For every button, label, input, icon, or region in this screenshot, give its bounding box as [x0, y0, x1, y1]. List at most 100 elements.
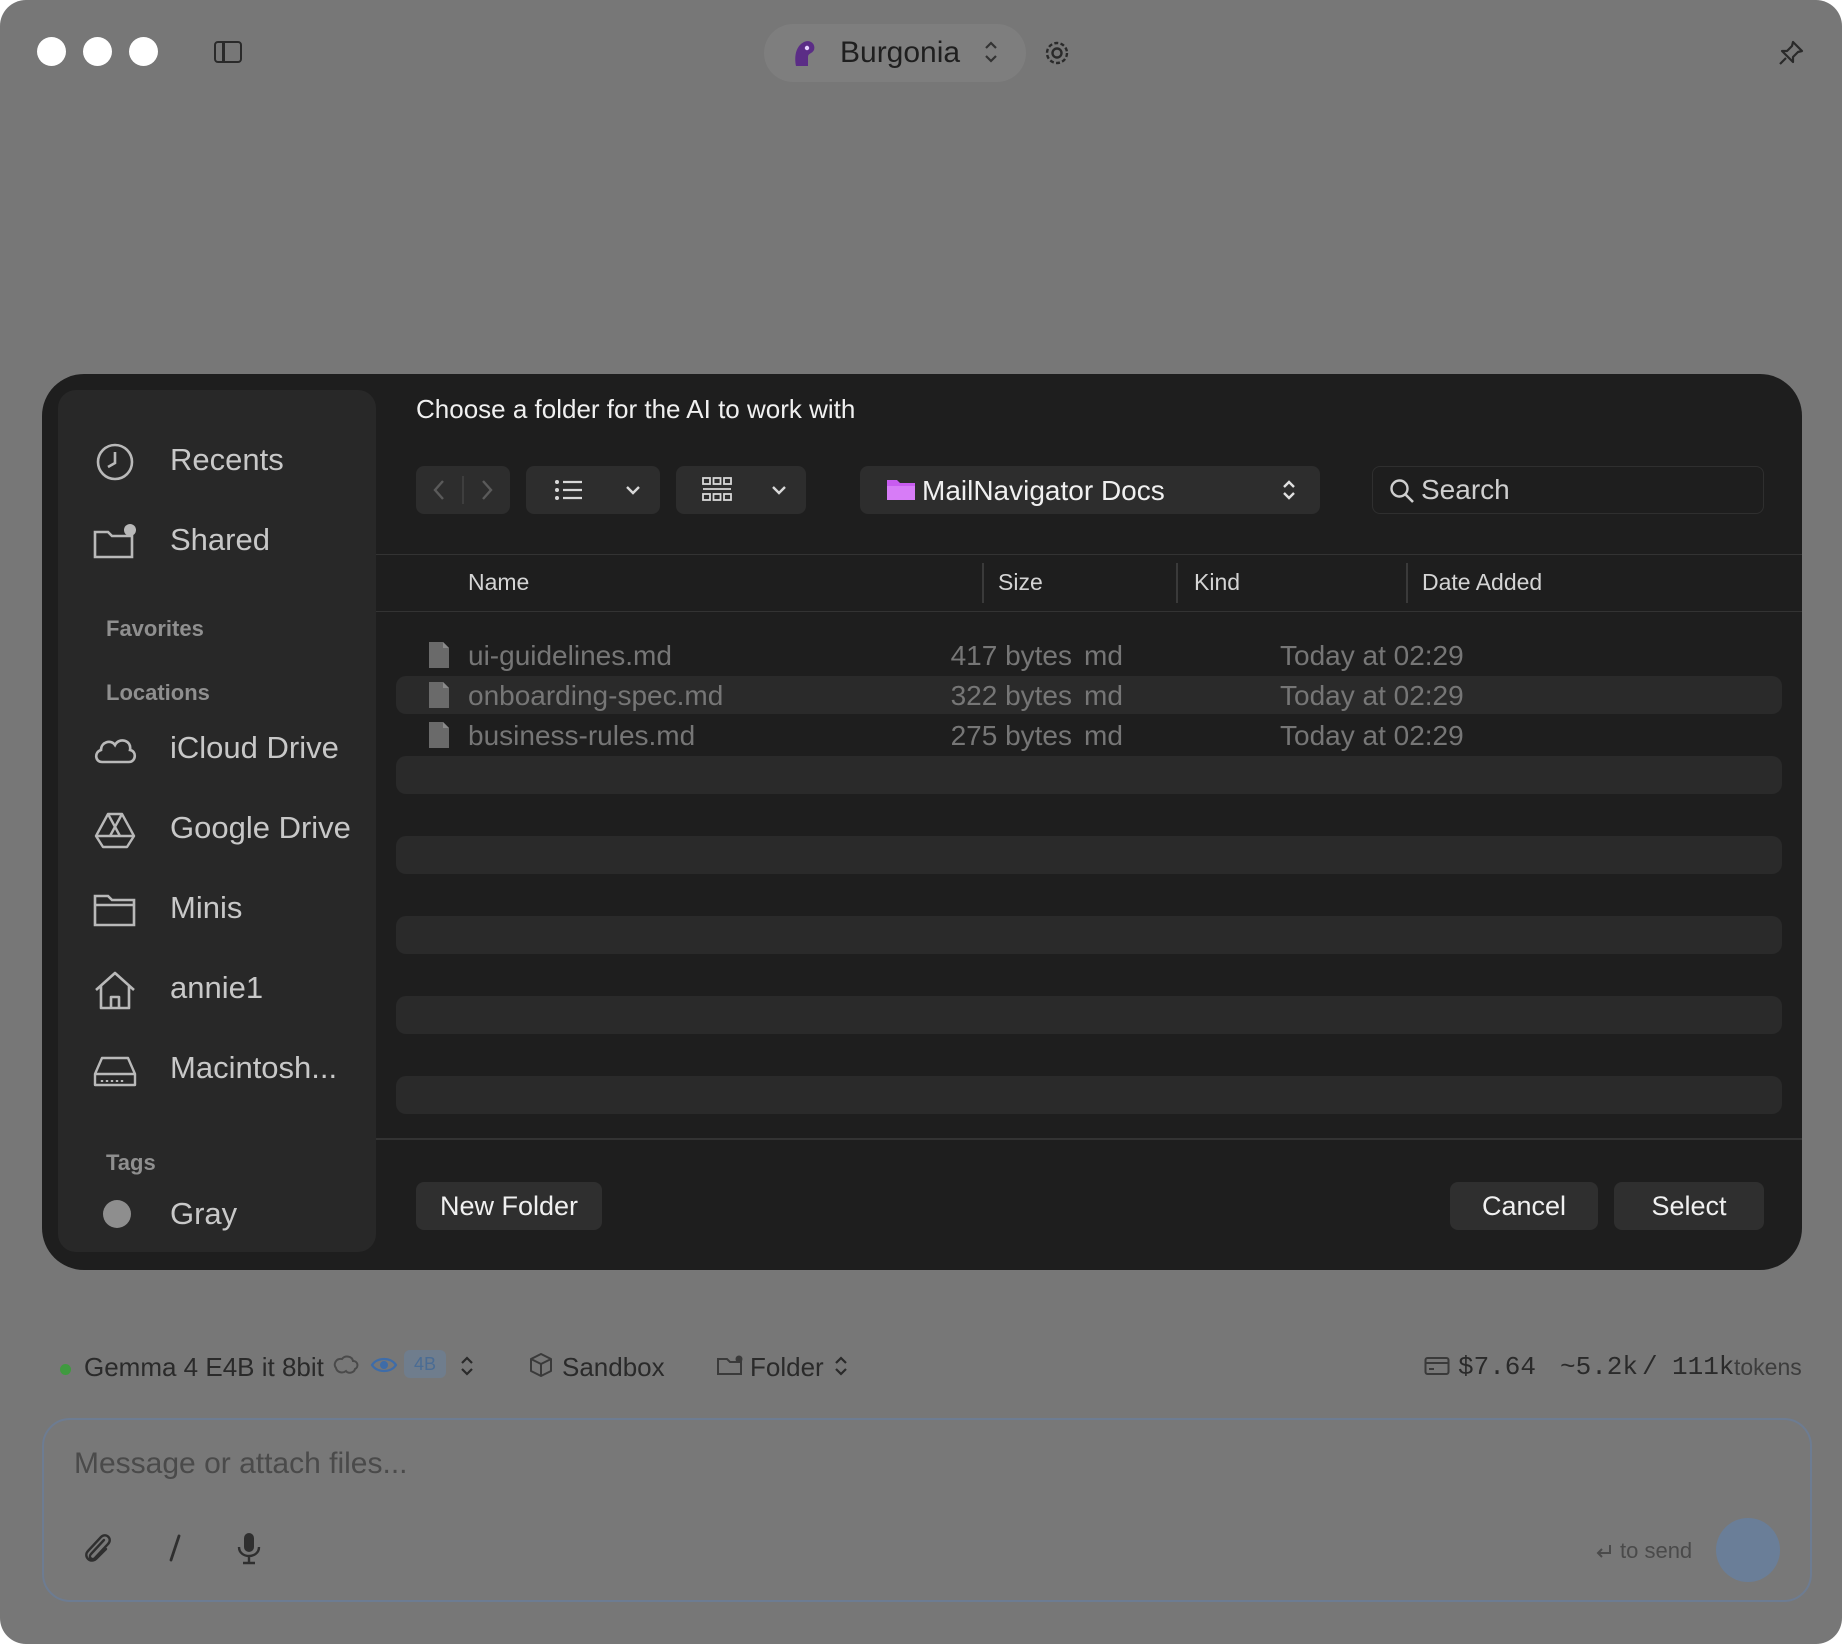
sidebar-item-tag-gray[interactable]: Gray — [58, 1184, 376, 1244]
file-date-added: Today at 02:29 — [1280, 720, 1464, 751]
empty-row — [396, 1076, 1782, 1114]
sidebar-item-label: Google Drive — [170, 810, 351, 845]
sidebar-toggle-icon[interactable] — [214, 41, 242, 63]
file-kind: md — [1084, 640, 1123, 671]
microphone-icon[interactable] — [232, 1530, 266, 1566]
search-input[interactable] — [1421, 473, 1751, 507]
column-separator[interactable] — [982, 563, 984, 603]
folder-badge-icon — [717, 1355, 743, 1375]
chevron-down-icon — [626, 486, 640, 495]
cost-label: $7.64 — [1458, 1352, 1537, 1382]
table-row[interactable]: ui-guidelines.md 417 bytes md Today at 0… — [396, 636, 1782, 674]
paperclip-icon[interactable] — [80, 1530, 114, 1566]
sidebar-item-label: annie1 — [170, 970, 264, 1005]
select-button[interactable]: Select — [1614, 1182, 1764, 1230]
home-icon — [95, 971, 135, 1010]
file-name: onboarding-spec.md — [468, 680, 724, 711]
forward-button[interactable] — [480, 478, 494, 502]
tag-color-dot — [103, 1200, 131, 1228]
close-window-button[interactable] — [37, 37, 66, 66]
file-list: Name Size Kind Date Added ui-guidelines.… — [376, 554, 1802, 1134]
tokens-total: 111k — [1672, 1352, 1735, 1382]
column-header-name[interactable]: Name — [468, 569, 529, 596]
model-selector[interactable]: Gemma 4 E4B it 8bit — [84, 1352, 324, 1383]
table-row[interactable]: onboarding-spec.md 322 bytes md Today at… — [396, 676, 1782, 714]
sandbox-toggle[interactable]: Sandbox — [562, 1352, 665, 1383]
chevron-up-down-icon[interactable] — [832, 1352, 850, 1380]
chevron-up-down-icon — [985, 41, 997, 63]
google-drive-icon — [94, 812, 136, 849]
file-size: 417 bytes — [950, 640, 1072, 671]
column-header-size[interactable]: Size — [998, 569, 1043, 596]
app-switcher[interactable]: Burgonia — [764, 24, 1026, 82]
zoom-window-button[interactable] — [129, 37, 158, 66]
file-date-added: Today at 02:29 — [1280, 680, 1464, 711]
sidebar-item-recents[interactable]: Recents — [58, 430, 376, 490]
reasoning-icon — [333, 1355, 359, 1374]
cube-icon — [530, 1353, 552, 1377]
empty-row — [396, 756, 1782, 794]
file-size: 275 bytes — [950, 720, 1072, 751]
sidebar-item-google-drive[interactable]: Google Drive — [58, 798, 376, 858]
tokens-separator: / — [1642, 1352, 1658, 1382]
column-separator[interactable] — [1406, 563, 1408, 603]
column-header-date-added[interactable]: Date Added — [1422, 569, 1542, 596]
chevron-down-icon — [772, 486, 786, 495]
file-name: ui-guidelines.md — [468, 640, 672, 671]
credit-card-icon — [1424, 1357, 1450, 1375]
list-view-button[interactable] — [526, 466, 660, 514]
app-window: Burgonia Recents Shared Favorites Locati… — [0, 0, 1842, 1644]
column-header-kind[interactable]: Kind — [1194, 569, 1240, 596]
slash-command-icon[interactable] — [158, 1530, 192, 1566]
model-size-badge: 4B — [404, 1350, 446, 1378]
empty-row — [396, 916, 1782, 954]
sidebar-item-minis[interactable]: Minis — [58, 878, 376, 938]
cloud-icon — [94, 739, 137, 764]
column-separator[interactable] — [1176, 563, 1178, 603]
file-name: business-rules.md — [468, 720, 696, 751]
model-status-dot — [60, 1364, 71, 1375]
dialog-title: Choose a folder for the AI to work with — [416, 394, 856, 424]
pin-icon[interactable] — [1776, 38, 1806, 68]
new-folder-button[interactable]: New Folder — [416, 1182, 602, 1230]
folder-icon — [887, 480, 915, 500]
message-input[interactable] — [74, 1444, 1674, 1484]
back-forward-group — [416, 466, 510, 514]
cancel-button[interactable]: Cancel — [1450, 1182, 1598, 1230]
shared-folder-icon — [93, 524, 136, 559]
tags-section-label: Tags — [106, 1150, 156, 1175]
chevron-up-down-icon[interactable] — [458, 1352, 476, 1380]
search-field[interactable] — [1372, 466, 1764, 514]
group-by-button[interactable] — [676, 466, 806, 514]
list-view-icon — [555, 480, 582, 500]
send-button[interactable] — [1716, 1518, 1780, 1582]
sidebar-item-label: Macintosh... — [170, 1050, 338, 1085]
document-icon — [429, 642, 449, 668]
table-row[interactable]: business-rules.md 275 bytes md Today at … — [396, 716, 1782, 754]
sidebar-item-label: Gray — [170, 1196, 238, 1231]
sidebar-item-label: Shared — [170, 522, 270, 557]
empty-row — [396, 996, 1782, 1034]
sidebar-item-label: Minis — [170, 890, 243, 925]
footer-divider — [376, 1138, 1802, 1140]
sidebar-item-shared[interactable]: Shared — [58, 510, 376, 570]
sidebar-item-label: iCloud Drive — [170, 730, 339, 765]
tokens-unit-label: tokens — [1734, 1354, 1802, 1380]
search-icon — [1390, 479, 1414, 503]
location-popup[interactable]: MailNavigator Docs — [860, 466, 1320, 514]
tokens-used: ~5.2k — [1560, 1352, 1639, 1382]
back-button[interactable] — [432, 478, 446, 502]
return-key-icon — [1596, 1545, 1611, 1558]
dialog-sidebar: Recents Shared Favorites Locations iClou… — [58, 390, 376, 1252]
sidebar-item-icloud-drive[interactable]: iCloud Drive — [58, 718, 376, 778]
minimize-window-button[interactable] — [83, 37, 112, 66]
grid-icon — [702, 477, 732, 501]
file-kind: md — [1084, 680, 1123, 711]
send-hint: to send — [1620, 1538, 1693, 1563]
app-logo-icon — [795, 41, 815, 66]
folder-selector[interactable]: Folder — [750, 1352, 824, 1383]
gear-icon[interactable] — [1042, 38, 1072, 68]
sidebar-item-annie1[interactable]: annie1 — [58, 958, 376, 1018]
sidebar-item-macintosh-hd[interactable]: Macintosh... — [58, 1038, 376, 1098]
file-size: 322 bytes — [950, 680, 1072, 711]
